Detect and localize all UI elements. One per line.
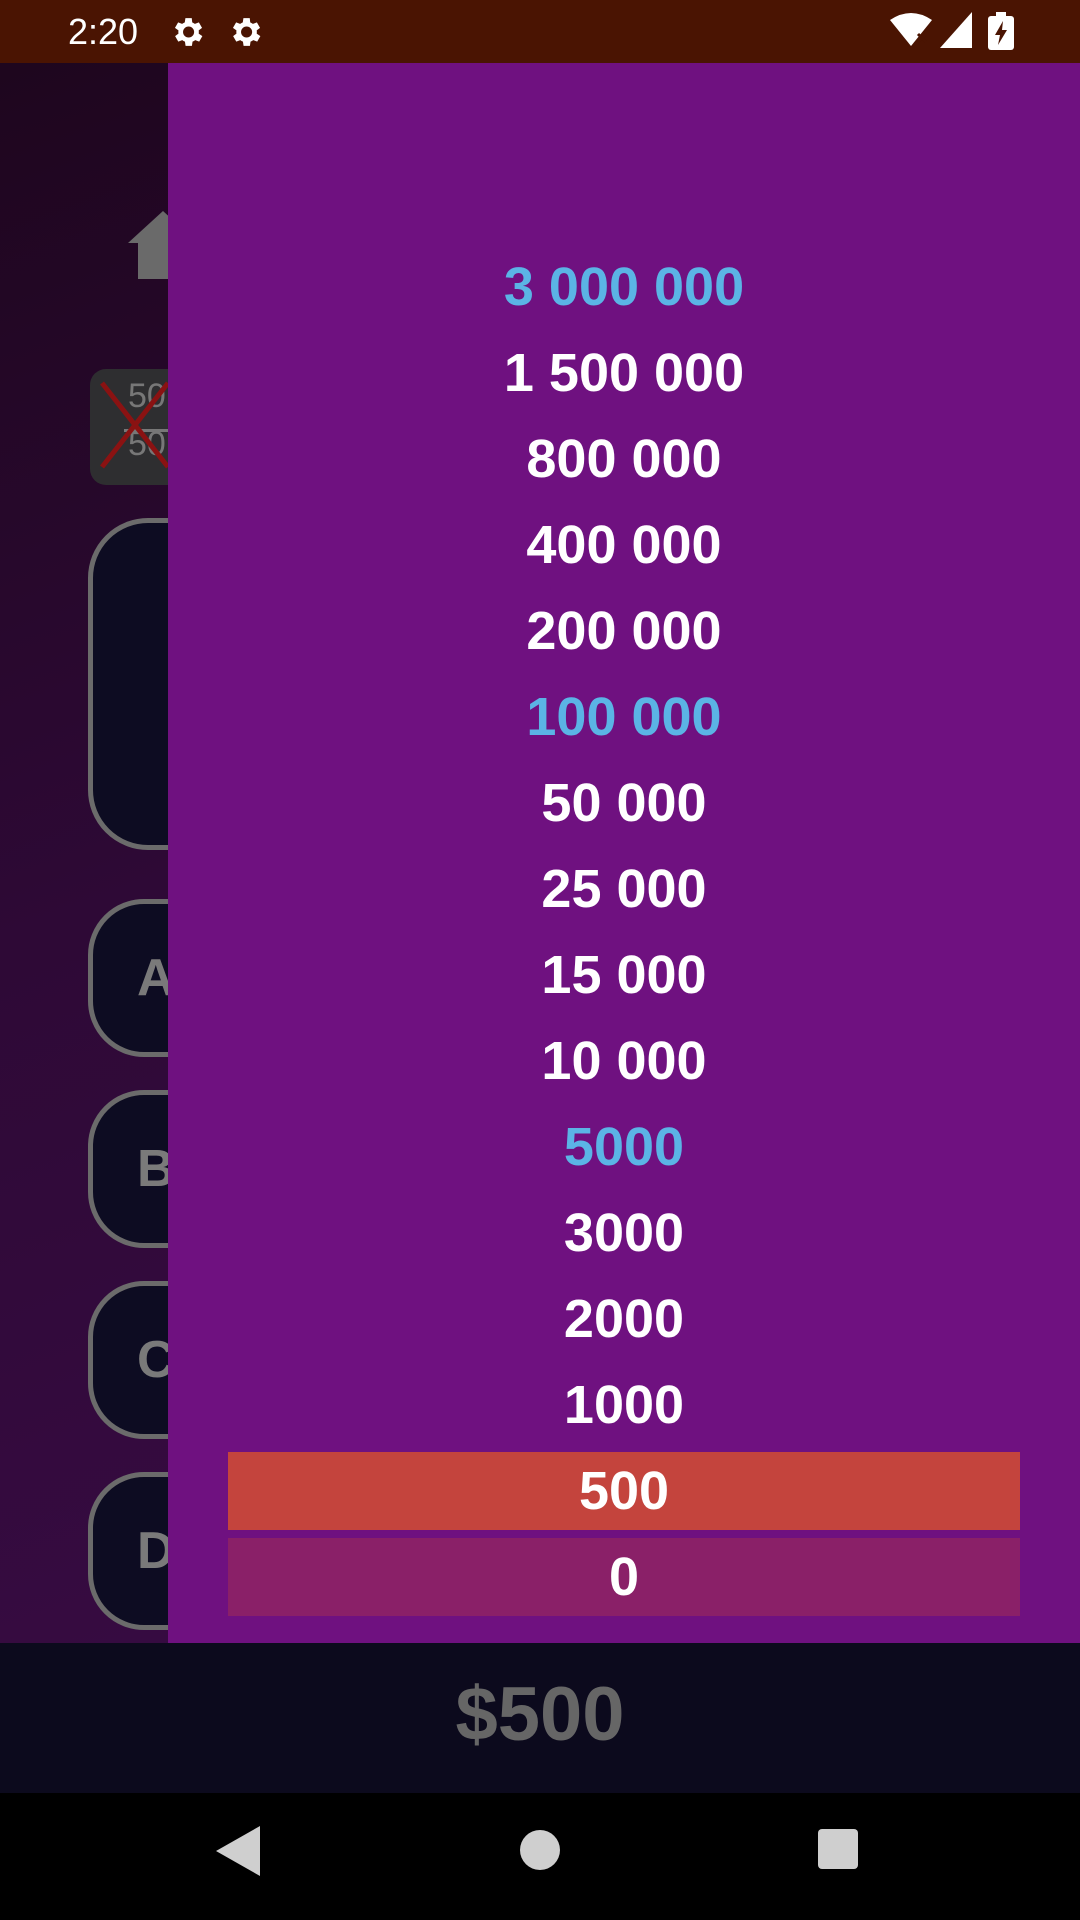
prize-row: 3 000 000 [503,257,745,317]
navigation-bar [0,1793,1080,1920]
gear-icon [232,18,261,46]
signal-icon [940,12,972,48]
prize-row: 25 000 [541,859,707,919]
prize-row: 400 000 [526,515,722,575]
home-circle-icon[interactable] [520,1830,560,1870]
prize-row: 800 000 [526,429,722,489]
current-winnings: $500 [455,1672,625,1757]
prize-row: 1 500 000 [503,343,745,403]
status-bar: 2:20 [0,0,1080,63]
prize-row-current: 500 [228,1452,1020,1530]
winnings-panel: $500 [0,1643,1080,1793]
status-time: 2:20 [68,11,139,52]
prize-row: 2000 [563,1289,685,1349]
prize-row: 200 000 [526,601,722,661]
prize-row: 3000 [563,1203,685,1263]
battery-icon [988,12,1014,50]
prize-row-zero: 0 [228,1538,1020,1616]
gear-icon [174,18,203,46]
back-icon[interactable] [216,1826,260,1876]
prize-row: 1000 [563,1375,685,1435]
prize-row: 100 000 [526,687,722,747]
prize-row: 15 000 [541,945,707,1005]
recents-icon[interactable] [818,1829,858,1869]
prize-row: 5000 [563,1117,685,1177]
wifi-icon [890,13,932,46]
prize-row: 50 000 [541,773,707,833]
prize-row: 10 000 [541,1031,707,1091]
prize-ladder-drawer: 3 000 000 1 500 000 800 000 400 000 200 … [168,63,1080,1643]
